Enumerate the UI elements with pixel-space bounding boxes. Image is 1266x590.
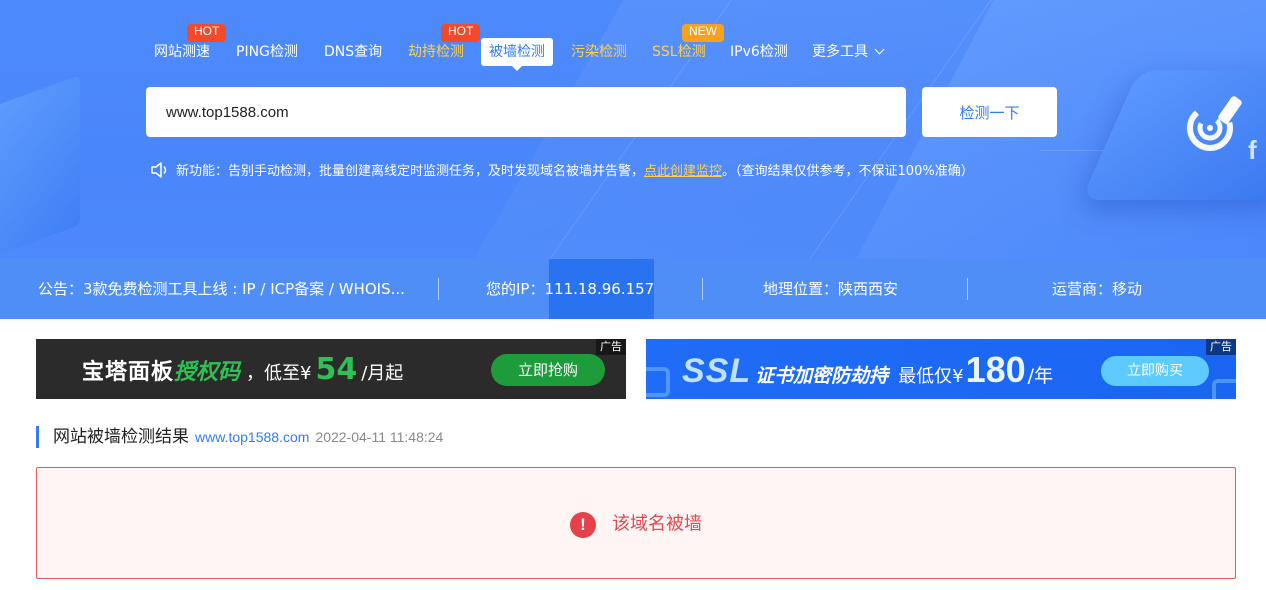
speaker-icon: [151, 162, 167, 178]
info-bar: 公告：3款免费检测工具上线 : IP / ICP备案 / WHOIS... 您的…: [0, 259, 1266, 319]
nav-item-label: DNS查询: [324, 44, 383, 60]
nav-item-dns[interactable]: DNS查询: [324, 38, 382, 66]
hero-banner: f 网站测速 HOT PING检测 DNS查询 劫持检测 HOT 被墙检测 污染…: [0, 0, 1266, 259]
ad-price-unit: /年: [1027, 365, 1054, 387]
brand-logo-letter: f: [1248, 135, 1257, 165]
ad-product: 证书加密防劫持: [755, 365, 889, 387]
ip-info: 您的IP：111.18.96.157: [486, 259, 654, 319]
result-heading: 网站被墙检测结果 www.top1588.com 2022-04-11 11:48:…: [36, 426, 443, 448]
lock-icon: [1212, 379, 1236, 399]
ad-tag: 广告: [1206, 339, 1236, 355]
chevron-down-icon: [874, 44, 885, 55]
divider: [702, 278, 703, 300]
nav-item-speed-test[interactable]: 网站测速 HOT: [154, 24, 227, 66]
ad-price-prefix: ，低至¥: [246, 363, 312, 384]
result-status-text: 该域名被墙: [612, 513, 702, 535]
nav-item-label: IPv6检测: [730, 44, 788, 60]
nav-item-label: 污染检测: [571, 44, 627, 60]
divider: [438, 278, 439, 300]
ad-brand: 宝塔面板: [82, 360, 175, 385]
nav-item-pollution[interactable]: 污染检测: [571, 38, 627, 66]
ad-text: 宝塔面板授权码 ，低至¥ 54/月起: [82, 339, 403, 399]
ad-banner-ssl[interactable]: SSL 证书加密防劫持 最低仅¥180/年 立即购买 广告: [646, 339, 1236, 399]
divider: [967, 278, 968, 300]
error-icon: !: [570, 511, 596, 538]
hero-decoration: [0, 74, 80, 259]
ad-price: 180: [965, 349, 1026, 390]
buy-now-button[interactable]: 立即抢购: [491, 354, 605, 386]
ad-banner-baota[interactable]: 宝塔面板授权码 ，低至¥ 54/月起 立即抢购 广告: [36, 339, 626, 399]
notice-text: 新功能：告别手动检测，批量创建离线定时监测任务，及时发现域名被墙并告警，: [176, 164, 645, 179]
announcement-text[interactable]: 公告：3款免费检测工具上线 : IP / ICP备案 / WHOIS...: [38, 259, 405, 319]
check-button[interactable]: 检测一下: [922, 87, 1057, 137]
page: f 网站测速 HOT PING检测 DNS查询 劫持检测 HOT 被墙检测 污染…: [0, 0, 1266, 590]
nav-item-label: SSL检测: [652, 44, 706, 60]
nav-item-ping[interactable]: PING检测: [236, 38, 298, 66]
result-panel: ! 该域名被墙: [36, 467, 1236, 579]
buy-now-button[interactable]: 立即购买: [1101, 356, 1209, 386]
ad-text: SSL 证书加密防劫持 最低仅¥180/年: [682, 339, 1053, 399]
nav-item-label: 更多工具: [812, 44, 868, 60]
result-title: 网站被墙检测结果: [53, 427, 189, 447]
hot-badge: HOT: [441, 24, 481, 42]
domain-search-input[interactable]: [146, 87, 906, 137]
result-domain-link[interactable]: www.top1588.com: [195, 429, 309, 445]
nav-item-label: PING检测: [236, 44, 298, 60]
ad-tag: 广告: [596, 339, 626, 355]
ip-label: 您的IP：: [486, 280, 545, 298]
nav-item-label: 网站测速: [154, 44, 210, 60]
isp-info: 运营商：移动: [1052, 280, 1143, 298]
ad-price: 54: [315, 352, 358, 387]
feature-notice: 新功能：告别手动检测，批量创建离线定时监测任务，及时发现域名被墙并告警，点此创建…: [150, 162, 974, 182]
nav-item-ipv6[interactable]: IPv6检测: [730, 38, 788, 66]
result-message: ! 该域名被墙: [37, 468, 1235, 580]
ip-value: 111.18.96.157: [544, 280, 655, 298]
lock-icon: [646, 367, 670, 397]
nav-item-more-tools[interactable]: 更多工具: [812, 38, 885, 66]
ad-ssl-label: SSL: [682, 352, 752, 390]
location-info: 地理位置：陕西西安: [763, 280, 899, 298]
ad-price-prefix: 最低仅¥: [898, 366, 964, 387]
result-timestamp: 2022-04-11 11:48:24: [315, 429, 444, 445]
brand-logo-icon: [1187, 96, 1242, 151]
hot-badge: HOT: [187, 24, 227, 42]
nav-item-label: 劫持检测: [408, 44, 464, 60]
nav-item-wall-check[interactable]: 被墙检测: [481, 38, 553, 71]
new-badge: NEW: [682, 24, 724, 42]
nav-item-label: 被墙检测: [489, 44, 545, 60]
ad-price-unit: /月起: [361, 363, 404, 384]
nav-item-hijack[interactable]: 劫持检测 HOT: [408, 24, 481, 66]
create-monitor-link[interactable]: 点此创建监控: [644, 164, 722, 179]
ad-product: 授权码: [174, 360, 241, 385]
notice-disclaimer: 。（查询结果仅供参考，不保证100%准确）: [722, 164, 974, 179]
nav-item-ssl[interactable]: SSL检测 NEW: [652, 24, 724, 66]
